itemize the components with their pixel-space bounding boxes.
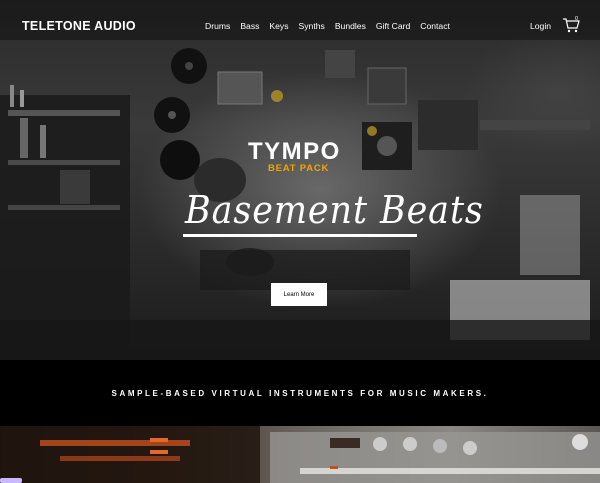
nav-bass[interactable]: Bass <box>240 21 259 31</box>
product-brand-title: TYMPO <box>248 138 341 165</box>
nav-drums[interactable]: Drums <box>205 21 230 31</box>
corner-badge[interactable] <box>0 478 22 483</box>
product-brand-subtitle: BEAT PACK <box>268 163 330 174</box>
nav-bundles[interactable]: Bundles <box>335 21 366 31</box>
nav-contact[interactable]: Contact <box>420 21 450 31</box>
cart-count-badge: 0 <box>575 16 579 22</box>
drum-machine-illustration <box>0 426 600 483</box>
studio-background-image <box>0 0 600 360</box>
title-underline <box>183 234 417 237</box>
login-link[interactable]: Login <box>530 21 551 31</box>
product-script-title: Basement Beats <box>185 188 484 232</box>
main-nav: Drums Bass Keys Synths Bundles Gift Card… <box>205 21 460 31</box>
tagline-text: SAMPLE-BASED VIRTUAL INSTRUMENTS FOR MUS… <box>111 389 489 398</box>
learn-more-button[interactable]: Learn More <box>271 283 327 306</box>
nav-gift-card[interactable]: Gift Card <box>376 21 410 31</box>
drum-machine-image <box>0 426 600 483</box>
hero-banner: TELETONE AUDIO Drums Bass Keys Synths Bu… <box>0 0 600 360</box>
site-logo[interactable]: TELETONE AUDIO <box>22 19 136 33</box>
nav-keys[interactable]: Keys <box>269 21 288 31</box>
nav-synths[interactable]: Synths <box>299 21 325 31</box>
